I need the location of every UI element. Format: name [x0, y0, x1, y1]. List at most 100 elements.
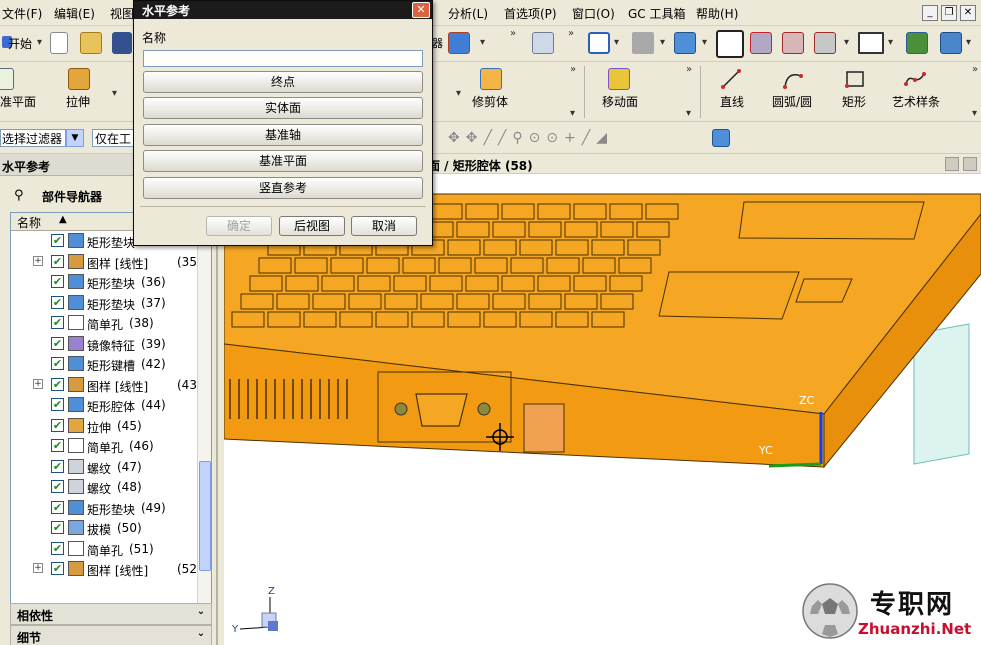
visibility-checkbox[interactable]: ✔	[51, 357, 64, 370]
trim-body-button[interactable]: 修剪体	[472, 93, 508, 110]
tree-row[interactable]: ✔ 拉伸 (45)	[11, 416, 199, 436]
tree-row[interactable]: ✔ 拔模 (50)	[11, 518, 199, 538]
back-button[interactable]: 后视图	[279, 216, 345, 236]
studio-spline-button[interactable]: 艺术样条	[892, 93, 940, 110]
restore-button[interactable]: ❐	[941, 5, 957, 21]
trim-left-dropdown-icon[interactable]: ▾	[456, 88, 461, 99]
wave-link-icon[interactable]	[940, 32, 962, 54]
extrude-dropdown-icon[interactable]: ▾	[112, 88, 117, 99]
chevron-down-icon[interactable]: ⌄	[193, 606, 209, 622]
move-face-button[interactable]: 移动面	[602, 93, 638, 110]
rectangle-button[interactable]: 矩形	[842, 93, 866, 110]
tree-row[interactable]: ✔ 螺纹 (48)	[11, 477, 199, 497]
toolbar2-more-icon-3[interactable]: »	[972, 64, 978, 75]
snap-cube-icon[interactable]	[712, 129, 730, 147]
toolbar2-more-icon[interactable]: »	[570, 64, 576, 75]
toolbar2-options-icon-2[interactable]: ▾	[686, 108, 691, 119]
minimize-button[interactable]: _	[922, 5, 938, 21]
expand-icon[interactable]: +	[33, 378, 43, 389]
rectangle-icon[interactable]	[844, 68, 866, 90]
extrude-icon[interactable]	[68, 68, 90, 90]
render-style-icon[interactable]	[448, 32, 470, 54]
background-color-icon[interactable]	[858, 32, 884, 54]
close-window-button[interactable]: ✕	[960, 5, 976, 21]
datum-plane-button[interactable]: 准平面	[0, 93, 36, 110]
tree-row[interactable]: + ✔ 图样 [线性] (52)	[11, 559, 202, 579]
dialog-close-icon[interactable]: ✕	[412, 2, 430, 18]
dependencies-section[interactable]: 相依性 ⌄	[10, 603, 212, 625]
tree-row[interactable]: ✔ 矩形腔体 (44)	[11, 395, 199, 415]
shaded-dropdown-icon[interactable]: ▾	[702, 37, 707, 48]
fit-view-icon[interactable]	[588, 32, 610, 54]
arc-circle-button[interactable]: 圆弧/圆	[772, 93, 812, 110]
visibility-checkbox[interactable]: ✔	[51, 295, 64, 309]
toolbar2-more-icon-2[interactable]: »	[686, 64, 692, 75]
menu-preferences[interactable]: 首选项(P)	[504, 5, 557, 22]
snap-point-icons[interactable]: ✥✥╱╱⚲⊙⊙+╱◢	[448, 130, 613, 146]
tree-row[interactable]: ✔ 螺纹 (47)	[11, 457, 199, 477]
trim-body-icon[interactable]	[480, 68, 502, 90]
visibility-checkbox[interactable]: ✔	[51, 500, 64, 514]
assembly-icon[interactable]	[906, 32, 928, 54]
shaded-cube-icon[interactable]	[674, 32, 696, 54]
details-section[interactable]: 细节 ⌄	[10, 625, 212, 645]
datum-plane-icon[interactable]	[0, 68, 14, 90]
menu-edit[interactable]: 编辑(E)	[54, 5, 95, 22]
visibility-checkbox[interactable]: ✔	[51, 480, 64, 493]
menu-analysis[interactable]: 分析(L)	[448, 5, 488, 22]
ok-button[interactable]: 确定	[206, 216, 272, 236]
solid-face-button[interactable]: 实体面	[143, 97, 423, 119]
tree-row[interactable]: + ✔ 图样 [线性] (43)	[11, 375, 202, 395]
menu-file[interactable]: 文件(F)	[2, 5, 42, 22]
vertical-reference-button[interactable]: 竖直参考	[143, 177, 423, 199]
move-face-icon[interactable]	[608, 68, 630, 90]
visibility-checkbox[interactable]: ✔	[51, 254, 64, 268]
tree-row[interactable]: + ✔ 图样 [线性] (35)	[11, 252, 202, 272]
expand-icon[interactable]: +	[33, 563, 43, 573]
visibility-checkbox[interactable]: ✔	[51, 398, 64, 411]
menu-view[interactable]: 视图	[110, 5, 134, 22]
tree-row[interactable]: ✔ 简单孔 (38)	[11, 313, 199, 333]
tree-row[interactable]: ✔ 矩形键槽 (42)	[11, 354, 199, 374]
new-file-icon[interactable]	[50, 32, 68, 54]
visibility-checkbox[interactable]: ✔	[51, 316, 64, 329]
tree-row[interactable]: ✔ 矩形垫块 (36)	[11, 272, 199, 292]
line-icon[interactable]	[720, 68, 742, 90]
expand-icon[interactable]: +	[33, 255, 43, 266]
section-view-icon[interactable]	[750, 32, 772, 54]
visibility-checkbox[interactable]: ✔	[51, 377, 64, 391]
layer-icon[interactable]	[532, 32, 554, 54]
visibility-checkbox[interactable]: ✔	[51, 562, 64, 575]
start-button[interactable]: 开始	[8, 35, 32, 52]
tree-row[interactable]: ✔ 简单孔 (51)	[11, 539, 199, 559]
wave-dropdown-icon[interactable]: ▾	[966, 37, 971, 48]
invert-icon[interactable]	[814, 32, 836, 54]
type-filter-select[interactable]: 选择过滤器	[0, 129, 66, 147]
visibility-checkbox[interactable]: ✔	[51, 521, 64, 534]
viewport-restore-icon[interactable]	[945, 157, 959, 171]
studio-spline-icon[interactable]	[904, 68, 926, 90]
chevron-down-icon[interactable]: ⌄	[193, 628, 209, 644]
tree-row[interactable]: ✔ 镜像特征 (39)	[11, 334, 199, 354]
toolbar2-options-icon[interactable]: ▾	[570, 108, 575, 119]
visibility-checkbox[interactable]: ✔	[51, 418, 64, 432]
orient-dropdown-icon[interactable]: ▾	[660, 37, 665, 48]
background-dropdown-icon[interactable]: ▾	[888, 37, 893, 48]
toolbar-more-icon[interactable]: »	[510, 28, 516, 39]
viewport-close-icon[interactable]	[963, 157, 977, 171]
endpoint-button[interactable]: 终点	[143, 71, 423, 93]
tree-vertical-scroll-thumb[interactable]	[199, 461, 211, 571]
orient-view-icon[interactable]	[632, 32, 654, 54]
visibility-checkbox[interactable]: ✔	[51, 439, 64, 452]
extrude-button[interactable]: 拉伸	[66, 93, 90, 110]
render-dropdown-icon[interactable]: ▾	[480, 37, 485, 48]
arc-circle-icon[interactable]	[782, 68, 804, 90]
save-icon[interactable]	[112, 32, 132, 54]
open-folder-icon[interactable]	[80, 32, 102, 54]
hide-show-icon[interactable]	[782, 32, 804, 54]
wireframe-toggle-icon[interactable]	[716, 30, 744, 58]
visibility-checkbox[interactable]: ✔	[51, 234, 64, 247]
visibility-checkbox[interactable]: ✔	[51, 336, 64, 350]
cancel-button[interactable]: 取消	[351, 216, 417, 236]
line-button[interactable]: 直线	[720, 93, 744, 110]
